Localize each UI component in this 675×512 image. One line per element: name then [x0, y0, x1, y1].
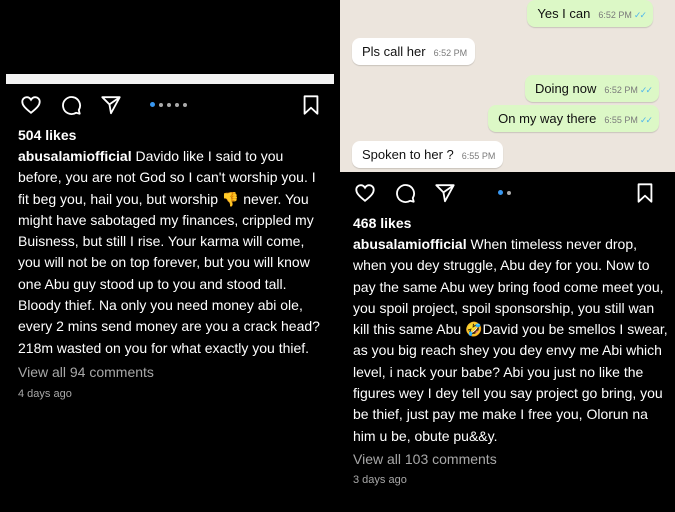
- share-icon[interactable]: [434, 182, 456, 204]
- chat-message-in: Pls call her 6:52 PM: [352, 38, 476, 65]
- post-timestamp: 4 days ago: [18, 388, 72, 400]
- caption-text: Davido like I said to you before, you ar…: [18, 148, 320, 356]
- read-receipt-icon: ✓✓: [639, 115, 653, 125]
- chat-screenshot: Yes I can 6:52 PM ✓✓ Pls call her 6:52 PM D…: [340, 0, 675, 172]
- message-text: Spoken to her ?: [362, 147, 454, 162]
- chat-message-out: Doing now 6:52 PM ✓✓: [524, 75, 659, 102]
- comment-icon[interactable]: [60, 94, 82, 116]
- bookmark-icon[interactable]: [634, 182, 656, 204]
- post-actions: [0, 93, 336, 117]
- carousel-indicator: [498, 190, 511, 195]
- carousel-dot: [159, 102, 163, 107]
- likes-count[interactable]: 468 likes: [353, 215, 411, 231]
- right-instagram-post: Yes I can 6:52 PM ✓✓ Pls call her 6:52 PM D…: [340, 0, 675, 512]
- message-time: 6:55 PM: [461, 151, 496, 161]
- message-text: Doing now: [534, 81, 597, 96]
- left-instagram-post: 504 likes abusalamiofficial Davido like …: [0, 0, 336, 512]
- carousel-dot: [507, 190, 511, 195]
- post-image[interactable]: [6, 74, 334, 84]
- read-receipt-icon: ✓✓: [633, 10, 647, 20]
- message-text: On my way there: [498, 111, 597, 126]
- heart-icon[interactable]: [20, 94, 42, 116]
- username-link[interactable]: abusalamiofficial: [353, 236, 467, 252]
- post-caption: abusalamiofficial When timeless never dr…: [353, 234, 671, 447]
- bookmark-icon[interactable]: [300, 94, 322, 116]
- caption-text: When timeless never drop, when you dey s…: [353, 236, 668, 444]
- post-actions: [340, 181, 675, 205]
- carousel-dot: [183, 102, 187, 107]
- username-link[interactable]: abusalamiofficial: [18, 148, 132, 164]
- carousel-dot: [167, 102, 171, 107]
- message-time: 6:52 PM: [604, 85, 638, 95]
- view-comments-link[interactable]: View all 94 comments: [18, 364, 154, 380]
- carousel-dot-active: [498, 190, 503, 195]
- message-time: 6:55 PM: [604, 115, 638, 125]
- carousel-dot: [175, 102, 179, 107]
- message-text: Pls call her: [362, 44, 426, 59]
- post-timestamp: 3 days ago: [353, 474, 407, 486]
- message-text: Yes I can: [537, 6, 591, 21]
- chat-message-in: Spoken to her ? 6:55 PM: [352, 141, 504, 168]
- message-time: 6:52 PM: [433, 48, 468, 58]
- carousel-dot-active: [150, 102, 155, 107]
- view-comments-link[interactable]: View all 103 comments: [353, 451, 497, 467]
- post-caption: abusalamiofficial Davido like I said to …: [18, 146, 330, 359]
- chat-message-out: Yes I can 6:52 PM ✓✓: [527, 0, 653, 27]
- message-time: 6:52 PM: [598, 10, 632, 20]
- likes-count[interactable]: 504 likes: [18, 127, 76, 143]
- carousel-indicator: [150, 102, 187, 107]
- heart-icon[interactable]: [354, 182, 376, 204]
- comment-icon[interactable]: [394, 182, 416, 204]
- share-icon[interactable]: [100, 94, 122, 116]
- read-receipt-icon: ✓✓: [639, 85, 653, 95]
- chat-message-out: On my way there 6:55 PM ✓✓: [488, 105, 659, 132]
